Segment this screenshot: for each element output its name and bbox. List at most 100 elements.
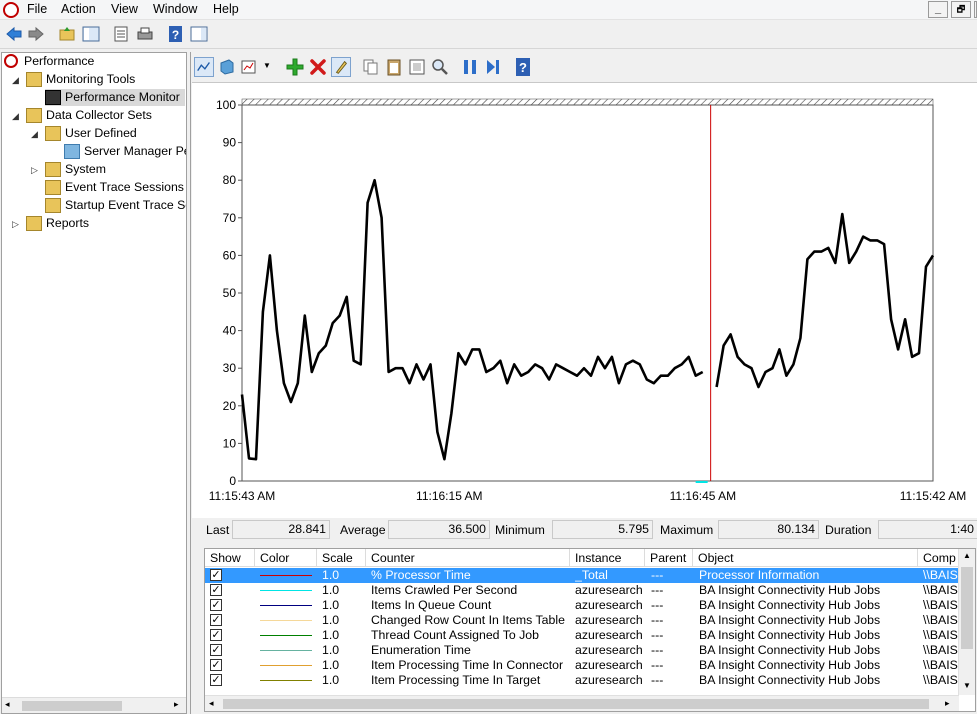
scrollbar-thumb[interactable] — [961, 567, 973, 649]
scroll-left-arrow-icon[interactable]: ◂ — [5, 699, 10, 710]
table-row[interactable]: ✓ 1.0 Enumeration Time azuresearch --- BA Ins… — [205, 643, 959, 658]
menu-bar: File Action View Window Help _ 🗗 — [0, 0, 977, 20]
table-row[interactable]: ✓ 1.0 Thread Count Assigned To Job azuresea… — [205, 628, 959, 643]
column-header-instance[interactable]: Instance — [570, 549, 645, 567]
scale-cell: 1.0 — [322, 598, 340, 612]
menu-action[interactable]: Action — [61, 2, 96, 16]
parent-cell: --- — [651, 673, 664, 687]
update-data-icon[interactable] — [483, 57, 503, 77]
column-header-computer[interactable]: Comp — [918, 549, 959, 567]
show-hide-console-tree-icon[interactable] — [82, 25, 100, 43]
paste-counter-list-icon[interactable] — [384, 57, 404, 77]
restore-button[interactable]: 🗗 — [951, 1, 971, 18]
show-checkbox[interactable]: ✓ — [210, 584, 222, 596]
delete-counter-icon[interactable] — [308, 57, 328, 77]
show-checkbox[interactable]: ✓ — [210, 599, 222, 611]
copy-properties-icon[interactable] — [361, 57, 381, 77]
table-vertical-scrollbar[interactable]: ▲ ▼ — [958, 549, 975, 695]
column-header-counter[interactable]: Counter — [366, 549, 570, 567]
scale-cell: 1.0 — [322, 613, 340, 627]
collapse-arrow-icon[interactable]: ▷ — [12, 219, 19, 230]
zoom-icon[interactable] — [430, 57, 450, 77]
counter-cell: Items Crawled Per Second — [371, 583, 518, 597]
table-row[interactable]: ✓ 1.0 Items In Queue Count azuresearch --- BA… — [205, 598, 959, 613]
show-checkbox[interactable]: ✓ — [210, 629, 222, 641]
show-checkbox[interactable]: ✓ — [210, 569, 222, 581]
maximum-value: 80.134 — [718, 520, 819, 539]
x-tick-label: 11:16:45 AM — [670, 489, 737, 503]
view-log-data-icon[interactable] — [217, 57, 237, 77]
scroll-right-arrow-icon[interactable]: ▸ — [945, 698, 950, 709]
counter-legend-table: Show Color Scale Counter Instance Parent… — [204, 548, 976, 712]
column-header-scale[interactable]: Scale — [317, 549, 366, 567]
instance-cell: azuresearch — [575, 658, 643, 672]
expand-arrow-icon[interactable]: ◢ — [12, 111, 19, 122]
column-header-color[interactable]: Color — [255, 549, 317, 567]
app-icon[interactable] — [3, 2, 19, 18]
tree-item-performance-monitor[interactable]: Performance Monitor — [45, 89, 185, 106]
show-checkbox[interactable]: ✓ — [210, 674, 222, 686]
collapse-arrow-icon[interactable]: ▷ — [31, 165, 38, 176]
minimize-button[interactable]: _ — [928, 1, 948, 18]
menu-file[interactable]: File — [27, 2, 47, 16]
help-icon[interactable]: ? — [513, 57, 533, 77]
counter-cell: Item Processing Time In Target — [371, 673, 541, 687]
scroll-right-arrow-icon[interactable]: ▸ — [174, 699, 179, 710]
show-checkbox[interactable]: ✓ — [210, 644, 222, 656]
folder-icon — [45, 198, 61, 213]
scroll-up-arrow-icon[interactable]: ▲ — [963, 551, 971, 560]
properties-icon[interactable] — [407, 57, 427, 77]
table-row[interactable]: ✓ 1.0 Items Crawled Per Second azuresearch -… — [205, 583, 959, 598]
column-header-parent[interactable]: Parent — [645, 549, 693, 567]
average-label: Average — [340, 523, 386, 537]
scrollbar-thumb[interactable] — [22, 701, 122, 711]
menu-window[interactable]: Window — [153, 2, 197, 16]
expand-arrow-icon[interactable]: ◢ — [12, 75, 19, 86]
table-row[interactable]: ✓ 1.0 Item Processing Time In Connector azu… — [205, 658, 959, 673]
svg-text:?: ? — [519, 60, 527, 75]
scale-cell: 1.0 — [322, 673, 340, 687]
show-checkbox[interactable]: ✓ — [210, 659, 222, 671]
show-action-pane-icon[interactable] — [190, 25, 208, 43]
color-swatch — [260, 680, 312, 681]
show-checkbox[interactable]: ✓ — [210, 614, 222, 626]
instance-cell: azuresearch — [575, 613, 643, 627]
y-tick-label: 60 — [223, 248, 237, 262]
back-arrow-icon[interactable] — [5, 25, 23, 43]
statistics-bar: Last 28.841 Average 36.500 Minimum 5.795… — [192, 518, 977, 544]
view-current-activity-icon[interactable] — [194, 57, 214, 77]
column-header-object[interactable]: Object — [693, 549, 918, 567]
data-collector-icon — [64, 144, 80, 159]
scroll-down-arrow-icon[interactable]: ▼ — [963, 681, 971, 690]
column-header-show[interactable]: Show — [205, 549, 255, 567]
table-row[interactable]: ✓ 1.0 Item Processing Time In Target azures… — [205, 673, 959, 688]
freeze-display-icon[interactable] — [460, 57, 480, 77]
chart-canvas: 100908070605040302010011:15:43 AM 11:16:1… — [209, 98, 967, 503]
table-row[interactable]: ✓ 1.0 % Processor Time _Total --- Processor I… — [205, 568, 959, 583]
print-icon[interactable] — [136, 25, 154, 43]
line-graph[interactable]: 100 90 80 70 60 50 40 30 20 10 0 11:15:43 AM 11:16:1… — [192, 82, 977, 538]
help-icon[interactable]: ? — [167, 25, 185, 43]
scale-cell: 1.0 — [322, 583, 340, 597]
properties-icon[interactable] — [112, 25, 130, 43]
performance-icon — [4, 54, 18, 68]
counter-cell: Items In Queue Count — [371, 598, 492, 612]
console-tree: Performance ◢ Monitoring Tools Performan… — [1, 52, 187, 714]
table-row[interactable]: ✓ 1.0 Changed Row Count In Items Table azur… — [205, 613, 959, 628]
object-cell: BA Insight Connectivity Hub Jobs — [699, 658, 881, 672]
change-graph-type-icon[interactable] — [240, 57, 260, 77]
scrollbar-thumb[interactable] — [223, 699, 929, 709]
computer-cell: \\BAIS — [923, 613, 958, 627]
scroll-left-arrow-icon[interactable]: ◂ — [209, 698, 214, 709]
dropdown-arrow-icon[interactable]: ▼ — [263, 61, 271, 70]
highlight-icon[interactable] — [331, 57, 351, 77]
table-horizontal-scrollbar[interactable]: ◂ ▸ — [205, 695, 959, 711]
up-folder-icon[interactable] — [58, 25, 76, 43]
expand-arrow-icon[interactable]: ◢ — [31, 129, 38, 140]
performance-monitor-pane: ▼ ? 100 90 80 70 60 50 40 30 20 10 0 11:15:43 AM 11:… — [190, 52, 977, 714]
menu-help[interactable]: Help — [213, 2, 239, 16]
forward-arrow-icon[interactable] — [27, 25, 45, 43]
add-counter-icon[interactable] — [285, 57, 305, 77]
tree-horizontal-scrollbar[interactable]: ◂ ▸ — [2, 697, 186, 713]
menu-view[interactable]: View — [111, 2, 138, 16]
